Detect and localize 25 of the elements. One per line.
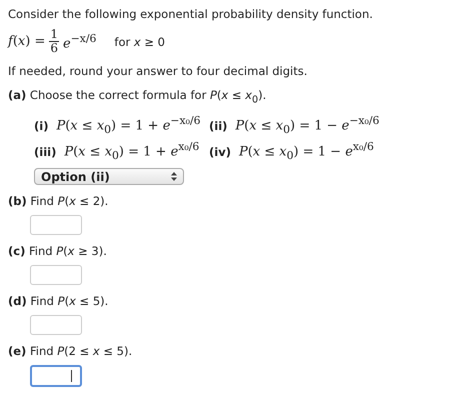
option-formula: P(x ≤ x$_{0}$) = 1 + e$^{x₀/6}$ — [64, 140, 200, 162]
option-formula: P(x ≤ x$_{0}$) = 1 − e$^{−x₀/6}$ — [235, 114, 380, 136]
formula-exponential: e$^{−x/6}$ — [62, 32, 96, 52]
formula-lhs: f(x) = — [8, 34, 46, 49]
condition-text: for x ≥ 0 — [114, 34, 165, 48]
question-text: (d) Find P(x ≤ 5). — [8, 293, 110, 310]
question-text: (a) Choose the correct formula for P(x ≤ x$_{0}$). — [8, 87, 268, 108]
intro-text: Consider the following exponential probability density function. — [8, 6, 374, 22]
option-select[interactable]: Option (ii) — [34, 168, 184, 186]
option-label: (iii) — [34, 144, 56, 159]
instruction-text: If needed, round your answer to four decimal digits. — [8, 63, 308, 79]
option-formula: P(x ≤ x$_{0}$) = 1 − e$^{x₀/6}$ — [238, 140, 374, 162]
question-text: (e) Find P(2 ≤ x ≤ 5). — [8, 343, 134, 360]
fraction: 1 6 — [49, 28, 59, 55]
option-label: (iv) — [209, 144, 231, 159]
option-formula: P(x ≤ x$_{0}$) = 1 + e$^{−x₀/6}$ — [56, 114, 200, 136]
answer-field[interactable] — [30, 265, 82, 286]
question-text: (c) Find P(x ≥ 3). — [8, 243, 108, 260]
option-label: (i) — [34, 118, 48, 133]
select-arrows-icon — [171, 172, 177, 182]
option-label: (ii) — [209, 118, 228, 133]
question-text: (b) Find P(x ≤ 2). — [8, 193, 110, 210]
answer-field[interactable] — [30, 215, 82, 236]
answer-field[interactable] — [30, 315, 82, 336]
answer-field[interactable] — [30, 365, 82, 388]
